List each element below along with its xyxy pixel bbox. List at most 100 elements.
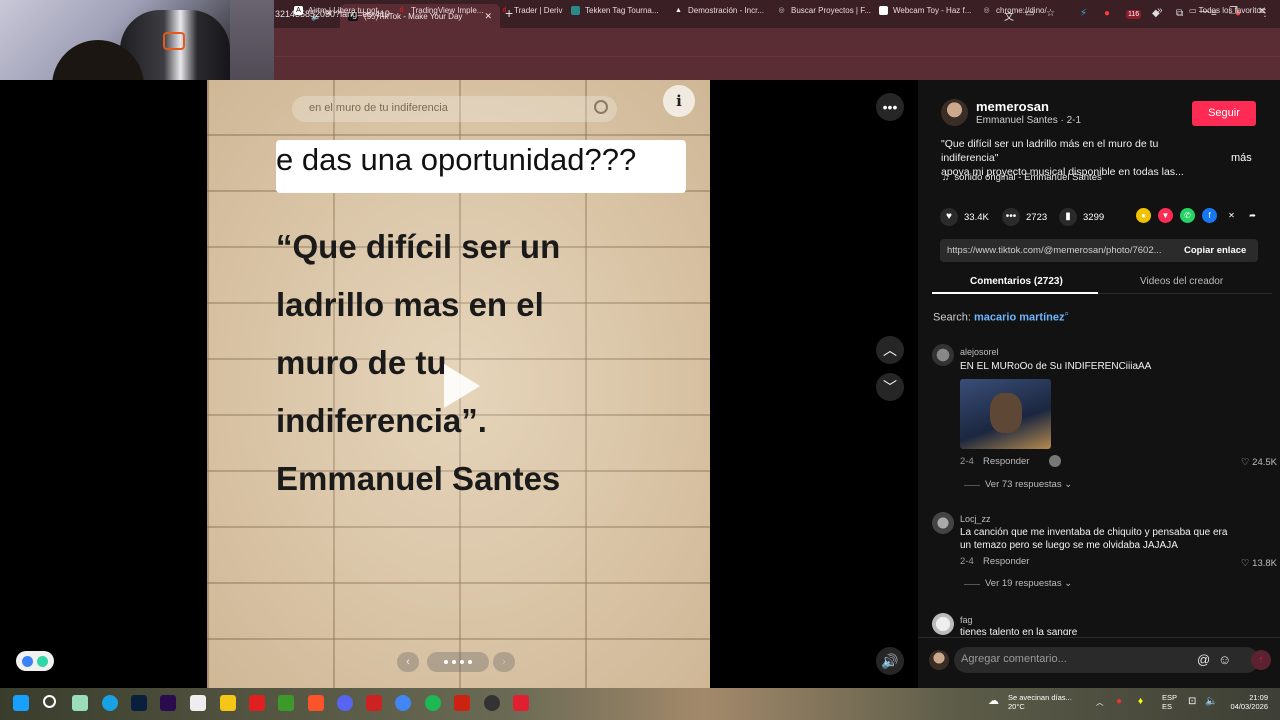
avatar[interactable] [932,613,954,635]
comment-like[interactable]: ♡ 24.5K [1241,457,1277,468]
previous-photo-button[interactable]: ‹ [397,652,419,672]
author-username[interactable]: memerosan [976,99,1049,114]
avatar[interactable] [932,512,954,534]
edge-icon[interactable] [102,695,118,711]
extension-pill[interactable] [16,651,54,671]
all-bookmarks[interactable]: ▭ Todos los favoritos [1189,6,1265,15]
clock[interactable]: 21:09 04/03/2026 [1226,693,1268,711]
reply-button[interactable]: Responder [983,456,1029,467]
follow-button[interactable]: Seguir [1192,101,1256,126]
network-icon[interactable]: ⊡ [1188,697,1196,707]
minecraft-icon[interactable] [278,695,294,711]
bookmark-item[interactable]: Webcam Toy - Haz f... [879,6,971,15]
bookmarks-overflow-icon[interactable]: » [1157,5,1163,16]
save-button[interactable]: ▮ 3299 [1059,208,1104,226]
mention-icon[interactable]: @ [1197,652,1210,667]
copy-link-button[interactable]: Copiar enlace [1184,245,1246,256]
extension-red-icon[interactable]: ● [1104,8,1110,19]
comment-username[interactable]: alejosorel [960,347,999,357]
comment-button[interactable]: ••• 2723 [1002,208,1047,226]
share-coin-icon[interactable]: ● [1136,208,1151,223]
my-avatar[interactable] [929,650,949,670]
bookmark-star-icon[interactable]: ☆ [1046,8,1055,19]
tray-chevron-icon[interactable]: ︿ [1096,698,1104,707]
brave-icon[interactable] [308,695,324,711]
comment-username[interactable]: fag [960,615,973,625]
comment-text: EN EL MURoOo de Su INDIFERENCiiiaAA [960,361,1152,372]
view-replies-button[interactable]: Ver 19 respuestas ⌄ [963,578,1072,589]
tray-mic-icon[interactable]: ♦ [1138,697,1143,707]
obs-icon[interactable] [484,695,500,711]
extensions-puzzle-icon[interactable]: ⧉ [1176,8,1183,19]
share-send-icon[interactable]: ▼ [1158,208,1173,223]
search-icon[interactable] [43,695,56,708]
comment-like[interactable]: ♡ 13.8K [1241,558,1277,569]
bookmark-item[interactable]: A Airtm | Libera tu pot... [294,6,384,15]
divider [918,637,1280,638]
chevron-up-icon[interactable]: ︿ [876,336,904,364]
comment-input[interactable]: Agregar comentario... @ ☺ [954,647,1259,673]
file-explorer-icon[interactable] [220,695,236,711]
more-link[interactable]: más [1231,152,1252,164]
quote-line: ladrillo mas en el [276,286,544,323]
photo-carousel-controls: ‹ › [397,652,517,672]
search-term[interactable]: macario martínez [974,312,1064,324]
widgets-icon[interactable] [72,695,88,711]
share-arrow-icon[interactable]: ➦ [1245,208,1260,223]
like-button[interactable]: ♥ 33.4K [940,208,989,226]
more-options-icon[interactable]: ••• [876,93,904,121]
photoshop-icon[interactable] [131,695,147,711]
spotify-icon[interactable] [425,695,441,711]
play-icon[interactable] [444,364,480,408]
weather-widget[interactable]: Se avecinan días... 20°C [1008,693,1072,711]
app-icon[interactable] [366,695,382,711]
comment-username[interactable]: Locj_zz [960,514,991,524]
windows-start-icon[interactable] [13,695,29,711]
comment-date: 2-4 [960,456,974,467]
share-whatsapp-icon[interactable]: ✆ [1180,208,1195,223]
post-image[interactable]: en el muro de tu indiferencia i e das un… [207,80,710,688]
avatar[interactable] [932,344,954,366]
next-photo-button[interactable]: › [493,652,515,672]
info-icon[interactable]: i [663,85,695,117]
deriv-icon[interactable] [249,695,265,711]
avatar[interactable] [941,99,968,126]
bookmark-item[interactable]: ◎ chrome://dino/ [982,6,1046,15]
premiere-icon[interactable] [160,695,176,711]
extension-badge[interactable]: 116 [1126,10,1142,19]
voicemod-icon[interactable] [454,695,470,711]
tab-creator-videos[interactable]: Videos del creador [1140,276,1223,287]
keyboard-code: ES [1162,702,1173,711]
send-comment-button[interactable]: ↑ [1251,650,1271,670]
emoji-icon[interactable]: ☺ [1218,652,1231,667]
language-indicator[interactable]: ESP ES [1162,693,1177,711]
bookmark-item[interactable]: d Trader | Deriv [500,6,563,15]
bookmark-item[interactable]: ▲ Demostración - Incr... [674,6,764,15]
chrome-icon[interactable] [395,695,411,711]
post-link[interactable]: https://www.tiktok.com/@memerosan/photo/… [947,245,1173,256]
share-facebook-icon[interactable]: f [1202,208,1217,223]
bookmark-item[interactable]: Tekken Tag Tourna... [571,6,659,15]
tab-comments[interactable]: Comentarios (2723) [970,276,1063,287]
chevron-down-icon[interactable]: ﹀ [876,373,904,401]
extension-green-icon [37,655,48,667]
extension-icon[interactable]: ⚡ [1080,8,1087,19]
bookmark-item[interactable]: ◎ Buscar Proyectos | F... [777,6,870,15]
bookmark-item[interactable]: d TradingView Imple... [397,6,484,15]
bookmark-label: TradingView Imple... [411,6,484,15]
reply-button[interactable]: Responder [983,556,1029,567]
screen: 🔈 ✕ (55)TikTok - Make Your Day ✕ + — ❐ ✕… [0,0,1280,720]
app-red-icon[interactable] [513,695,529,711]
notepad-icon[interactable] [190,695,206,711]
volume-icon[interactable]: 🔈 [1205,697,1217,707]
discord-icon[interactable] [337,695,353,711]
tray-app-icon[interactable]: ● [1116,697,1122,707]
close-icon[interactable]: ✕ [484,11,492,22]
share-x-icon[interactable]: ✕ [1224,208,1239,223]
comment-image[interactable] [960,379,1051,449]
view-replies-button[interactable]: Ver 73 respuestas ⌄ [963,479,1072,490]
sound-link[interactable]: ♫ sonido original - Emmanuel Santes [942,172,1102,183]
search-prefix: Search: [933,311,971,324]
volume-icon[interactable]: 🔊 [876,647,904,675]
related-search[interactable]: Search: macario martínez⌕ [933,309,1069,324]
